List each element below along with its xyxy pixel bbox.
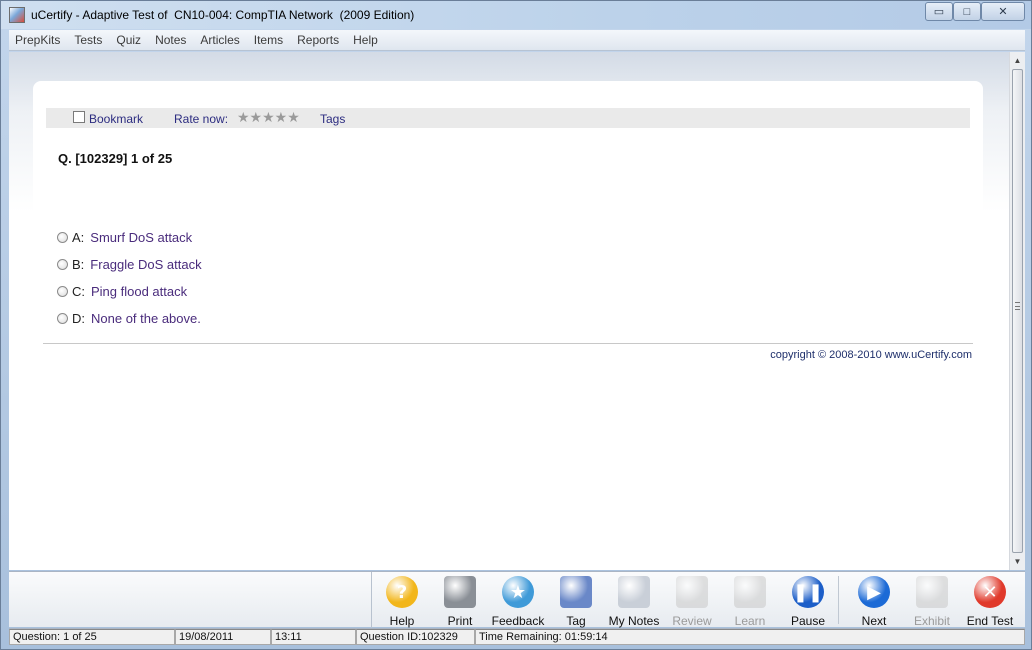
answer-option-d[interactable]: D: None of the above. [57, 310, 201, 326]
button-label: Exhibit [913, 614, 951, 628]
question-toolbar: Bookmark Rate now: ★★★★★ Tags [46, 108, 970, 128]
button-label: Next [861, 614, 887, 628]
feedback-button[interactable]: ★ Feedback [488, 574, 548, 628]
bookmark-checkbox[interactable] [73, 111, 85, 123]
option-letter: C: [72, 283, 85, 299]
status-question-id: Question ID:102329 [356, 629, 475, 645]
button-label: Tag [566, 614, 586, 628]
learn-button: Learn [720, 574, 780, 628]
rating-stars[interactable]: ★★★★★ [237, 109, 300, 126]
help-button[interactable]: ? Help [372, 574, 432, 628]
printer-icon [444, 576, 476, 608]
button-label: Feedback [491, 614, 545, 628]
question-number: Q. [102329] 1 of 25 [58, 151, 173, 166]
tags-link[interactable]: Tags [320, 112, 345, 126]
scroll-up-icon[interactable]: ▲ [1010, 53, 1025, 68]
window-controls: ▭ □ ✕ [925, 2, 1025, 21]
learn-icon [734, 576, 766, 608]
menu-articles[interactable]: Articles [200, 33, 239, 47]
button-label: Learn [734, 614, 766, 628]
button-label: Print [447, 614, 473, 628]
option-text[interactable]: Smurf DoS attack [90, 230, 192, 245]
answer-option-b[interactable]: B: Fraggle DoS attack [57, 256, 202, 272]
menu-quiz[interactable]: Quiz [116, 33, 141, 47]
menu-tests[interactable]: Tests [74, 33, 102, 47]
tag-icon [560, 576, 592, 608]
content-area: Bookmark Rate now: ★★★★★ Tags Q. [102329… [9, 52, 1009, 570]
pause-icon: ❚❚ [792, 576, 824, 608]
my-notes-button[interactable]: My Notes [604, 574, 664, 628]
menu-notes[interactable]: Notes [155, 33, 186, 47]
status-question: Question: 1 of 25 [9, 629, 175, 645]
tag-button[interactable]: Tag [546, 574, 606, 628]
vertical-scrollbar[interactable]: ▲ ▼ [1009, 52, 1025, 570]
button-label: Review [672, 614, 712, 628]
review-button: Review [662, 574, 722, 628]
bookmark-label[interactable]: Bookmark [89, 112, 143, 126]
minimize-button[interactable]: ▭ [925, 2, 953, 21]
magnifier-icon [676, 576, 708, 608]
copyright-text: copyright © 2008-2010 www.uCertify.com [770, 349, 972, 361]
end-test-button[interactable]: ✕ End Test [960, 574, 1020, 628]
scroll-down-icon[interactable]: ▼ [1010, 554, 1025, 569]
status-time: 13:11 [271, 629, 356, 645]
menu-help[interactable]: Help [353, 33, 378, 47]
app-window: uCertify - Adaptive Test of CN10-004: Co… [0, 0, 1032, 650]
maximize-button[interactable]: □ [953, 2, 981, 21]
radio-button[interactable] [57, 312, 68, 324]
bottom-toolbar: ? Help Print ★ Feedback Tag My Notes Review Lear… [9, 571, 1025, 628]
help-icon: ? [386, 576, 418, 608]
title-bar[interactable]: uCertify - Adaptive Test of CN10-004: Co… [1, 1, 1031, 29]
maximize-icon: □ [963, 5, 971, 18]
radio-button[interactable] [57, 285, 68, 297]
print-button[interactable]: Print [430, 574, 490, 628]
toolbar-separator [838, 576, 839, 624]
rate-label: Rate now: [174, 112, 229, 126]
grip-icon [1015, 302, 1020, 310]
pause-button[interactable]: ❚❚ Pause [778, 574, 838, 628]
next-button[interactable]: ▶ Next [844, 574, 904, 628]
question-card: Bookmark Rate now: ★★★★★ Tags Q. [102329… [33, 81, 983, 401]
exhibit-icon [916, 576, 948, 608]
status-time-remaining: Time Remaining: 01:59:14 [475, 629, 1025, 645]
menu-items[interactable]: Items [254, 33, 283, 47]
option-letter: D: [72, 310, 85, 326]
app-icon [9, 7, 25, 23]
feedback-icon: ★ [502, 576, 534, 608]
button-label: My Notes [608, 614, 660, 628]
button-label: Help [389, 614, 415, 628]
end-test-icon: ✕ [974, 576, 1006, 608]
status-date: 19/08/2011 [175, 629, 271, 645]
close-button[interactable]: ✕ [981, 2, 1025, 21]
button-label: Pause [790, 614, 826, 628]
next-icon: ▶ [858, 576, 890, 608]
notes-icon [618, 576, 650, 608]
button-label: End Test [966, 614, 1014, 628]
option-text[interactable]: Ping flood attack [91, 284, 187, 299]
close-icon: ✕ [998, 6, 1008, 18]
minimize-icon: ▭ [933, 6, 945, 18]
option-text[interactable]: None of the above. [91, 311, 201, 326]
radio-button[interactable] [57, 258, 68, 270]
option-letter: B: [72, 256, 85, 272]
menu-bar: PrepKits Tests Quiz Notes Articles Items… [9, 30, 1025, 51]
answer-option-c[interactable]: C: Ping flood attack [57, 283, 187, 299]
window-title: uCertify - Adaptive Test of CN10-004: Co… [31, 8, 415, 22]
action-buttons: ? Help Print ★ Feedback Tag My Notes Review Lear… [371, 572, 1025, 628]
answer-option-a[interactable]: A: Smurf DoS attack [57, 229, 192, 245]
menu-prepkits[interactable]: PrepKits [15, 33, 60, 47]
option-text[interactable]: Fraggle DoS attack [90, 257, 201, 272]
divider [43, 343, 973, 344]
menu-reports[interactable]: Reports [297, 33, 339, 47]
radio-button[interactable] [57, 231, 68, 243]
scroll-thumb[interactable] [1012, 69, 1023, 553]
option-letter: A: [72, 229, 85, 245]
status-bar: Question: 1 of 25 19/08/2011 13:11 Quest… [9, 628, 1025, 645]
exhibit-button: Exhibit [902, 574, 962, 628]
